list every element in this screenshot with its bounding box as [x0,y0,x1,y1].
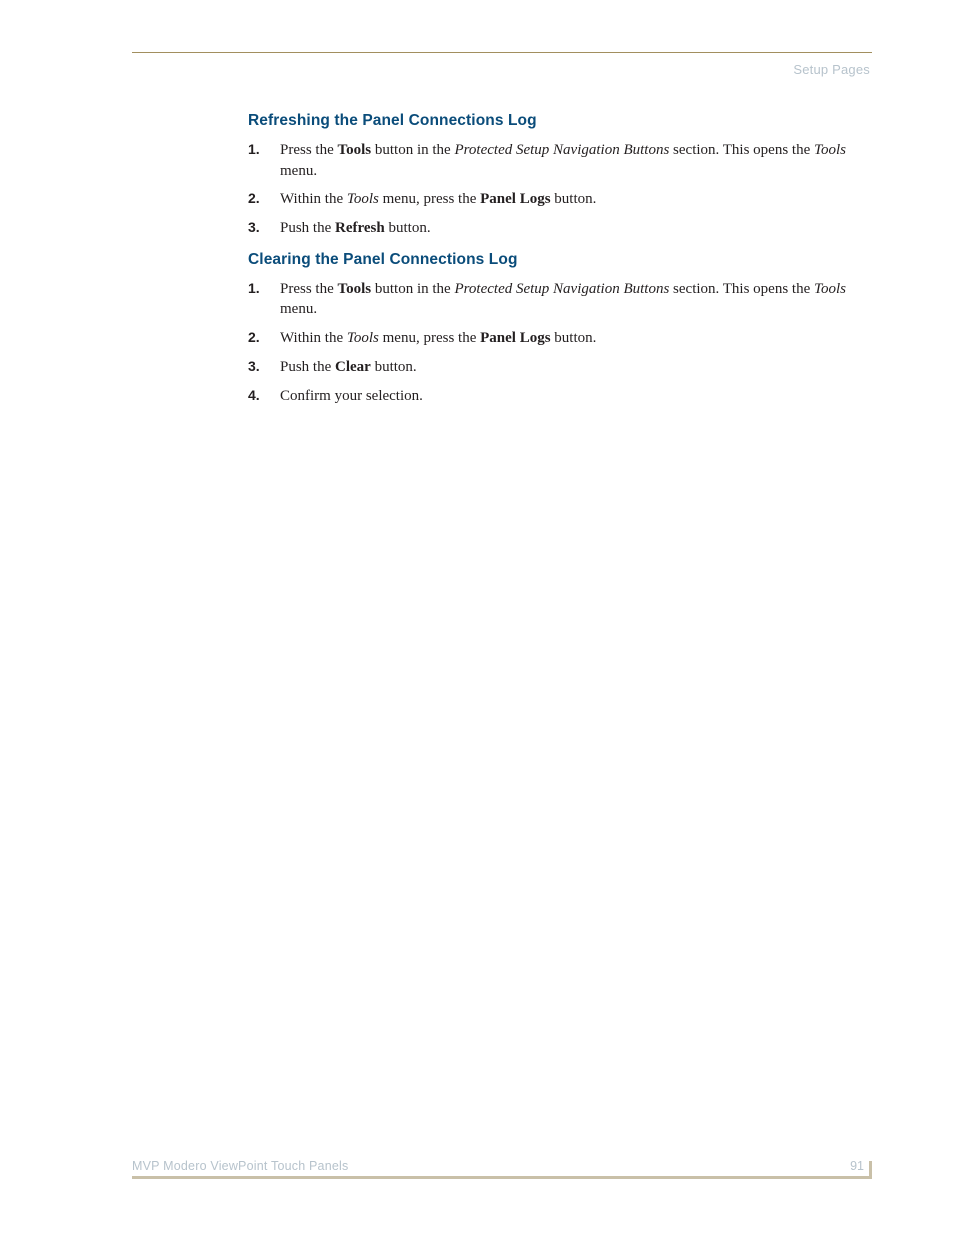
ordered-list: Press the Tools button in the Protected … [248,279,850,406]
text-run: Tools [338,281,372,297]
text-run: Tools [814,281,846,297]
header-rule [132,52,872,53]
text-run: Press the [280,281,338,297]
footer-corner-tick [869,1161,872,1179]
list-item: Push the Clear button. [248,357,850,378]
text-run: button. [371,359,417,375]
text-run: button. [551,330,597,346]
section-heading: Clearing the Panel Connections Log [248,251,850,269]
text-run: Within the [280,330,347,346]
ordered-list: Press the Tools button in the Protected … [248,140,850,239]
section-heading: Refreshing the Panel Connections Log [248,112,850,130]
text-run: button in the [371,142,454,158]
text-run: Clear [335,359,371,375]
text-run: Protected Setup Navigation Buttons [454,281,669,297]
list-item: Press the Tools button in the Protected … [248,279,850,320]
text-run: Tools [814,142,846,158]
text-run: menu. [280,301,317,317]
footer-rule [132,1176,872,1179]
list-item: Confirm your selection. [248,386,850,407]
list-item: Press the Tools button in the Protected … [248,140,850,181]
text-run: section. This opens the [669,142,814,158]
text-run: Push the [280,359,335,375]
list-item: Push the Refresh button. [248,218,850,239]
text-run: button. [385,220,431,236]
text-run: Within the [280,191,347,207]
text-run: menu, press the [379,191,480,207]
list-item: Within the Tools menu, press the Panel L… [248,328,850,349]
text-run: menu. [280,163,317,179]
list-item: Within the Tools menu, press the Panel L… [248,189,850,210]
text-run: button. [551,191,597,207]
footer: MVP Modero ViewPoint Touch Panels 91 [132,1157,872,1179]
text-run: button in the [371,281,454,297]
text-run: Tools [347,330,379,346]
text-run: Protected Setup Navigation Buttons [454,142,669,158]
text-run: Tools [338,142,372,158]
footer-page-number: 91 [850,1159,864,1173]
header-section-label: Setup Pages [793,62,870,77]
footer-doc-title: MVP Modero ViewPoint Touch Panels [132,1159,348,1173]
text-run: menu, press the [379,330,480,346]
text-run: Panel Logs [480,330,550,346]
text-run: Panel Logs [480,191,550,207]
text-run: Refresh [335,220,385,236]
page: Setup Pages Refreshing the Panel Connect… [0,0,954,1235]
text-run: Push the [280,220,335,236]
text-run: Confirm your selection. [280,388,423,404]
text-run: Press the [280,142,338,158]
text-run: section. This opens the [669,281,814,297]
text-run: Tools [347,191,379,207]
content-area: Refreshing the Panel Connections Log Pre… [248,112,850,418]
